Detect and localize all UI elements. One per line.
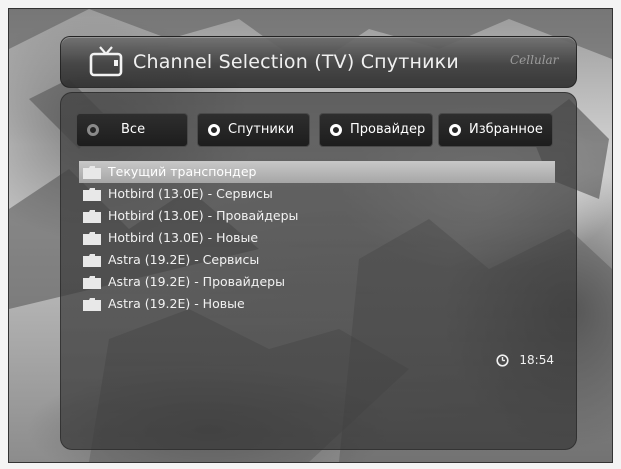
folder-icon [83, 232, 101, 245]
list-item[interactable]: Hotbird (13.0E) - Новые [79, 227, 555, 249]
list-item[interactable]: Hotbird (13.0E) - Сервисы [79, 183, 555, 205]
list-item-label: Astra (19.2E) - Новые [108, 296, 245, 311]
tab-label: Избранное [469, 122, 543, 137]
screen-frame: Channel Selection (TV) Спутники Cellular… [0, 0, 621, 469]
list-item[interactable]: Hotbird (13.0E) - Провайдеры [79, 205, 555, 227]
folder-icon [83, 188, 101, 201]
tab-all[interactable]: Все [76, 113, 188, 147]
list-item-label: Hotbird (13.0E) - Сервисы [108, 186, 273, 201]
list-item-label: Текущий транспондер [108, 164, 257, 179]
channel-panel: Все Спутники Провайдер Избранное Текущий… [60, 92, 577, 450]
folder-icon [83, 166, 101, 179]
tv-icon [89, 46, 123, 77]
radio-icon [87, 124, 99, 136]
folder-icon [83, 298, 101, 311]
tab-favorites[interactable]: Избранное [438, 113, 553, 147]
list-item-label: Astra (19.2E) - Сервисы [108, 252, 260, 267]
title-bar: Channel Selection (TV) Спутники Cellular [60, 36, 577, 88]
list-item[interactable]: Astra (19.2E) - Провайдеры [79, 271, 555, 293]
folder-icon [83, 276, 101, 289]
brand-logo: Cellular [510, 53, 559, 67]
filter-tabs: Все Спутники Провайдер Избранное [76, 113, 556, 147]
page-title: Channel Selection (TV) Спутники [133, 51, 459, 73]
tab-satellites[interactable]: Спутники [197, 113, 310, 147]
tab-label: Все [121, 122, 146, 137]
tab-label: Провайдер [350, 122, 426, 137]
folder-icon [83, 210, 101, 223]
list-item-label: Hotbird (13.0E) - Новые [108, 230, 259, 245]
radio-icon [449, 124, 461, 136]
list-item[interactable]: Astra (19.2E) - Сервисы [79, 249, 555, 271]
list-item[interactable]: Astra (19.2E) - Новые [79, 293, 555, 315]
clock-display: 18:54 [496, 351, 554, 369]
radio-icon [330, 124, 342, 136]
clock-icon [496, 353, 510, 367]
bouquet-list: Текущий транспондер Hotbird (13.0E) - Се… [79, 161, 555, 315]
list-item-label: Astra (19.2E) - Провайдеры [108, 274, 285, 289]
list-item-label: Hotbird (13.0E) - Провайдеры [108, 208, 299, 223]
tab-label: Спутники [228, 122, 295, 137]
radio-icon [208, 124, 220, 136]
list-item[interactable]: Текущий транспондер [79, 161, 555, 183]
folder-icon [83, 254, 101, 267]
current-time: 18:54 [519, 353, 554, 367]
tab-provider[interactable]: Провайдер [319, 113, 433, 147]
